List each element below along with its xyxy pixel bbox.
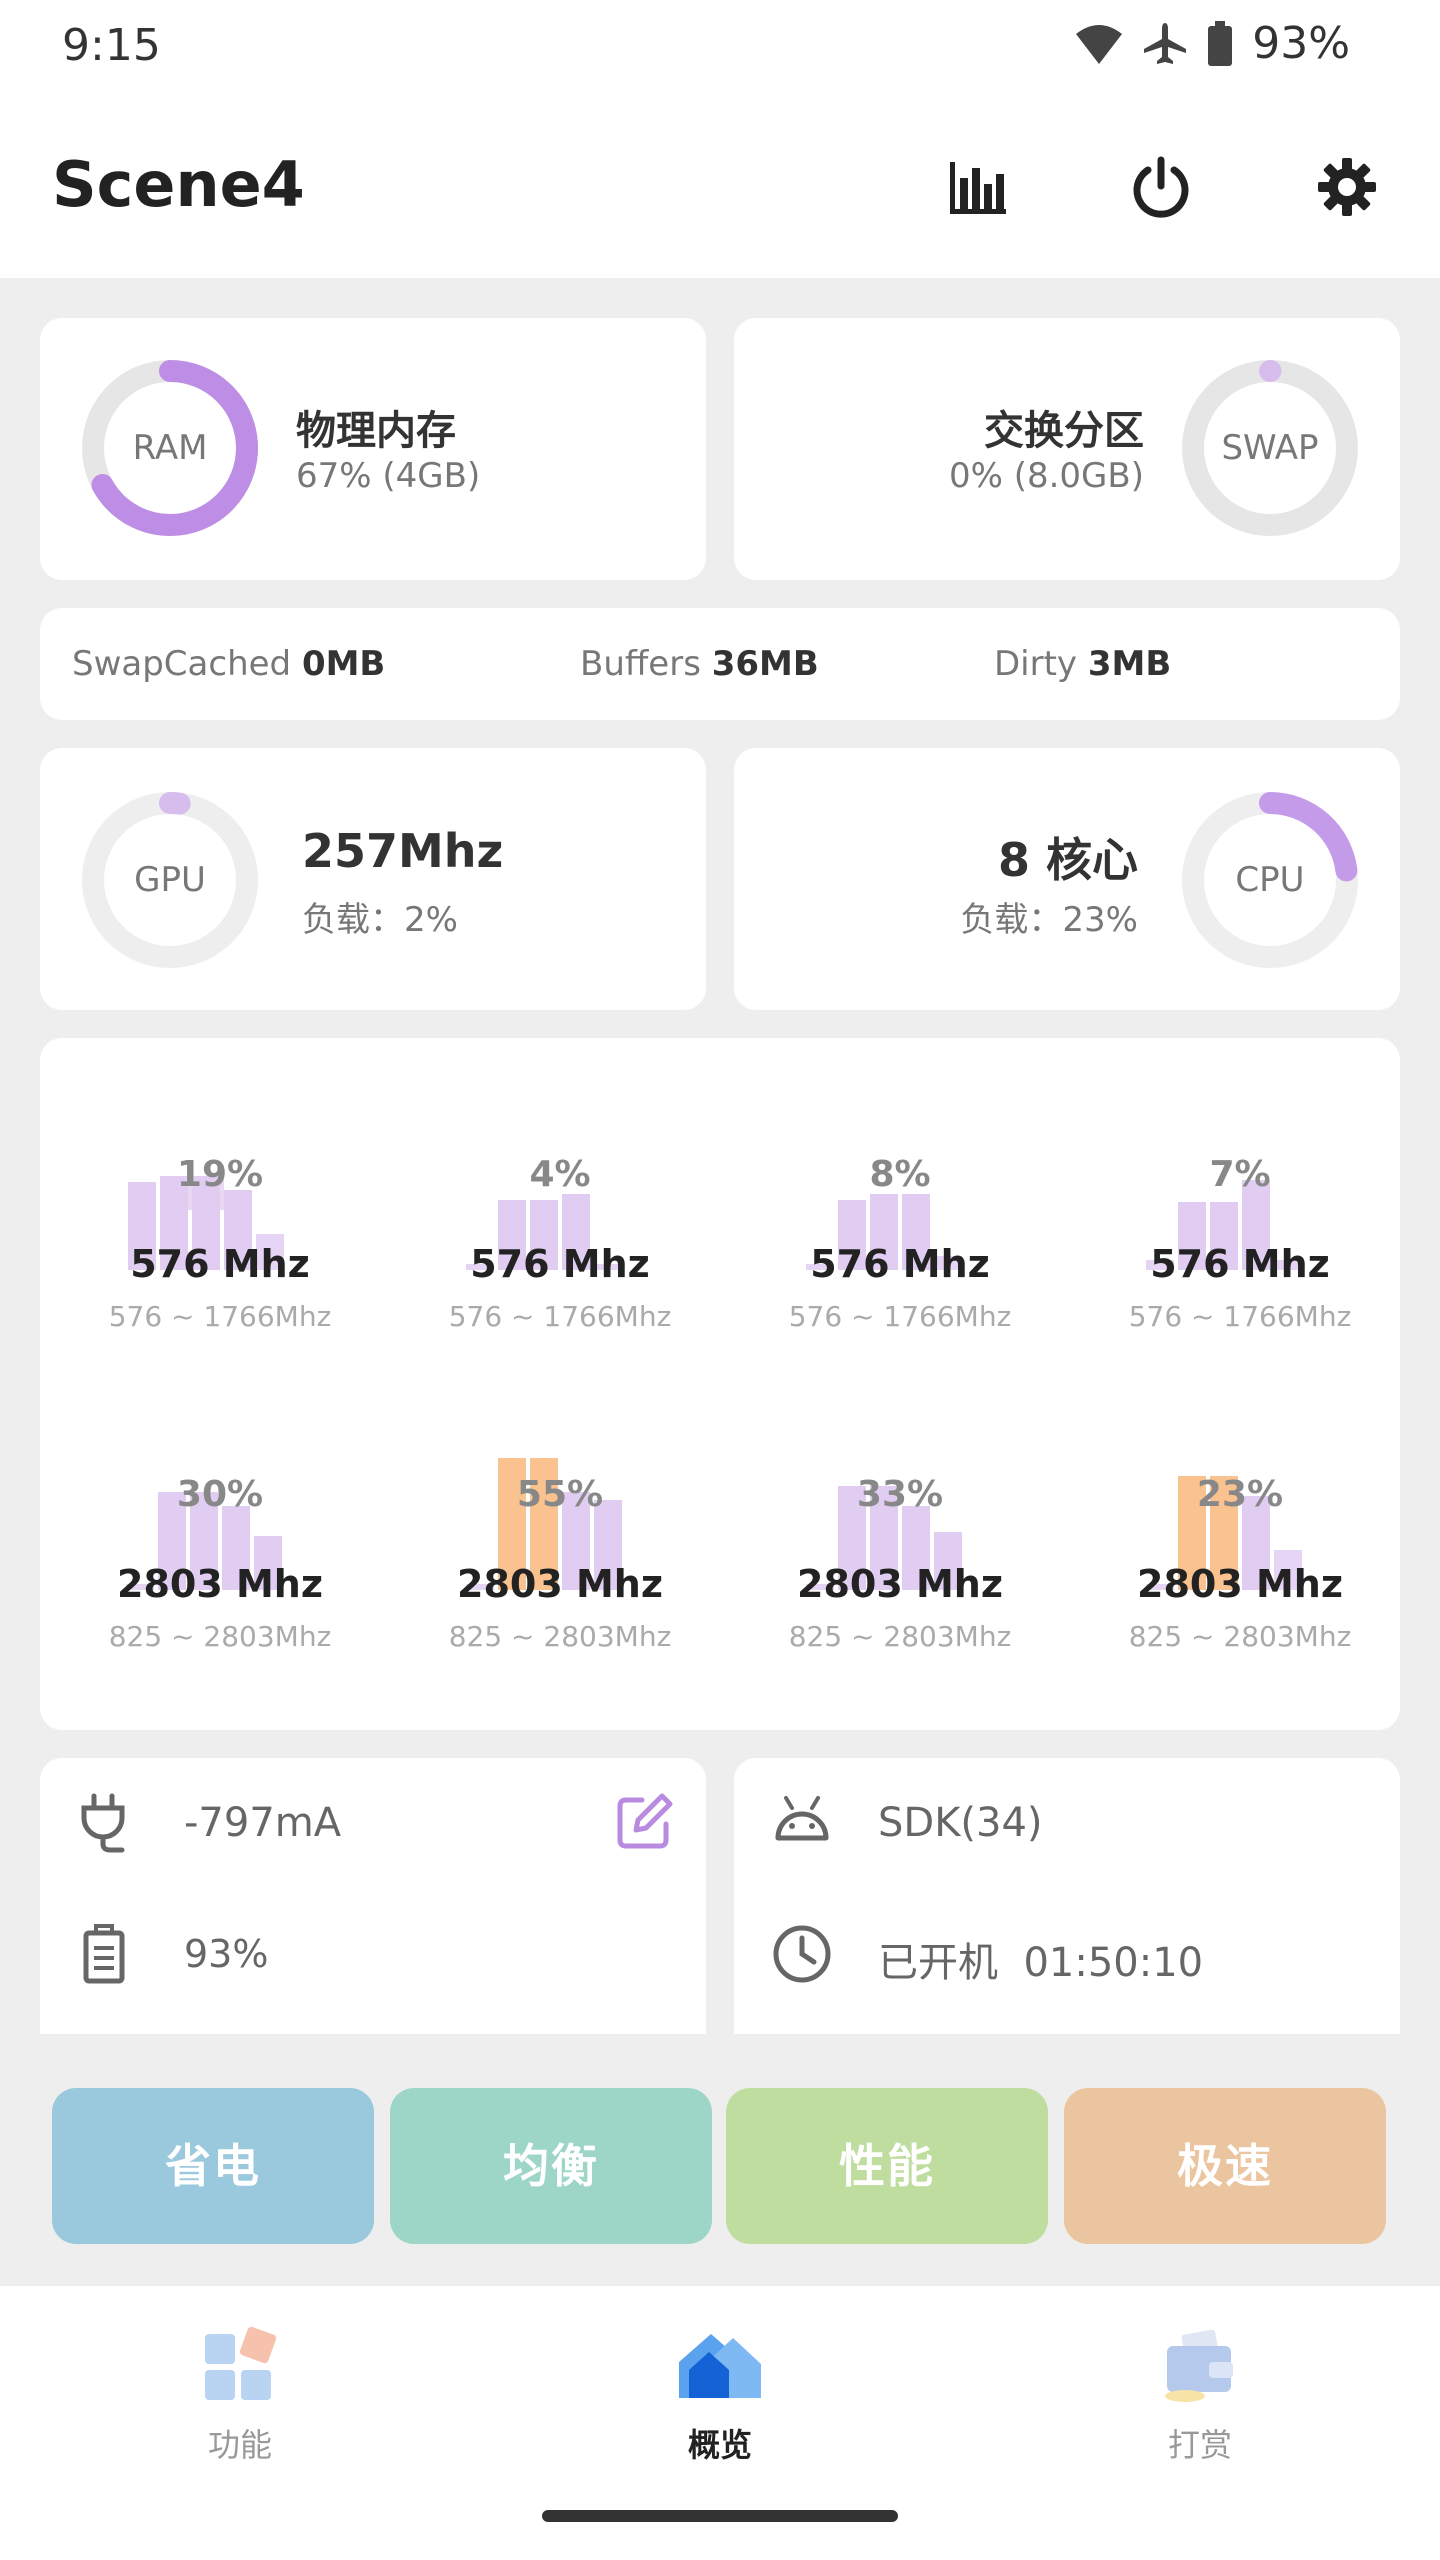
ram-title: 物理内存 (296, 408, 456, 454)
nav-donate[interactable]: 打赏 (1080, 2326, 1320, 2466)
buffers-stat: Buffers 36MB (580, 644, 819, 684)
core-5-bars (466, 1458, 622, 1590)
swap-ring-label: SWAP (1221, 428, 1319, 468)
core-2-percent: 8% (869, 1154, 931, 1195)
core-7-bars (1146, 1476, 1302, 1590)
uptime-value: 01:50:10 (1023, 1940, 1204, 1986)
app-title: Scene4 (52, 148, 305, 221)
status-time: 9:15 (62, 20, 161, 71)
bar-chart-icon[interactable] (944, 154, 1010, 220)
core-6-bars (806, 1486, 962, 1590)
cpu-load: 负载：23% (960, 900, 1138, 940)
android-icon (775, 1796, 829, 1841)
core-7-range: 825 ~ 2803Mhz (1128, 1620, 1352, 1653)
core-1-percent: 4% (529, 1154, 591, 1195)
swap-card[interactable]: 交换分区 0% (8.0GB) SWAP (734, 318, 1400, 580)
core-0: 19% 576 Mhz 576 ~ 1766Mhz (50, 1110, 390, 1410)
ram-card[interactable]: RAM 物理内存 67% (4GB) (40, 318, 706, 580)
core-2-freq: 576 Mhz (810, 1242, 990, 1286)
mode-performance-button[interactable]: 性能 (726, 2088, 1048, 2244)
settings-gear-icon[interactable] (1314, 154, 1380, 220)
ram-ring-label: RAM (132, 428, 208, 468)
core-6-range: 825 ~ 2803Mhz (788, 1620, 1012, 1653)
core-3: 7% 576 Mhz 576 ~ 1766Mhz (1070, 1110, 1410, 1410)
core-7: 23% 2803 Mhz 825 ~ 2803Mhz (1070, 1430, 1410, 1730)
core-3-percent: 7% (1209, 1154, 1271, 1195)
dirty-stat: Dirty 3MB (994, 644, 1172, 684)
core-7-freq: 2803 Mhz (1137, 1562, 1343, 1606)
battery-outline-icon (83, 1924, 125, 1984)
battery-current: -797mA (184, 1800, 342, 1846)
plug-icon (81, 1793, 125, 1853)
core-5-freq: 2803 Mhz (457, 1562, 663, 1606)
core-5-range: 825 ~ 2803Mhz (448, 1620, 672, 1653)
battery-level: 93% (184, 1932, 269, 1976)
core-4-range: 825 ~ 2803Mhz (108, 1620, 332, 1653)
power-icon[interactable] (1128, 154, 1194, 220)
battery-icon (1208, 20, 1233, 66)
swap-title: 交换分区 (984, 408, 1144, 454)
core-2-range: 576 ~ 1766Mhz (788, 1300, 1012, 1333)
status-bar: 9:15 93% (0, 0, 1440, 96)
uptime-label: 已开机 (878, 1940, 998, 1986)
mode-balance-button[interactable]: 均衡 (390, 2088, 712, 2244)
power-card: -797mA 93% (40, 1758, 706, 2034)
nav-overview-label: 概览 (687, 2426, 752, 2464)
core-0-percent: 19% (176, 1154, 264, 1195)
gpu-freq: 257Mhz (302, 824, 504, 878)
core-1-range: 576 ~ 1766Mhz (448, 1300, 672, 1333)
battery-percent: 93% (1252, 18, 1350, 69)
app-bar: Scene4 (0, 96, 1440, 278)
core-4-percent: 30% (176, 1474, 264, 1515)
mode-turbo-button[interactable]: 极速 (1064, 2088, 1386, 2244)
core-0-bars (128, 1176, 284, 1270)
sdk-version: SDK(34) (878, 1800, 1043, 1846)
gpu-ring-label: GPU (134, 860, 206, 900)
system-card: SDK(34) 已开机 01:50:10 (734, 1758, 1400, 2034)
core-6-freq: 2803 Mhz (797, 1562, 1003, 1606)
wifi-icon (1076, 24, 1123, 64)
airplane-icon (1144, 22, 1187, 64)
nav-donate-label: 打赏 (1167, 2426, 1232, 2464)
core-0-freq: 576 Mhz (130, 1242, 310, 1286)
core-3-freq: 576 Mhz (1150, 1242, 1330, 1286)
memory-stats-card: SwapCached 0MB Buffers 36MB Dirty 3MB (40, 608, 1400, 720)
nav-overview[interactable]: 概览 (600, 2326, 840, 2466)
core-3-bars (1146, 1180, 1302, 1270)
home-indicator[interactable] (542, 2510, 898, 2522)
clock-icon (773, 1925, 831, 1983)
core-5: 55% 2803 Mhz 825 ~ 2803Mhz (390, 1430, 730, 1730)
core-4-freq: 2803 Mhz (117, 1562, 323, 1606)
gpu-card[interactable]: GPU 257Mhz 负载：2% (40, 748, 706, 1010)
mode-power-save-button[interactable]: 省电 (52, 2088, 374, 2244)
uptime-row: 已开机 01:50:10 (878, 1930, 1203, 1988)
nav-features[interactable]: 功能 (120, 2326, 360, 2466)
core-1: 4% 576 Mhz 576 ~ 1766Mhz (390, 1110, 730, 1410)
cpu-cores: 8 核心 (997, 833, 1138, 887)
swapcached-stat: SwapCached 0MB (72, 644, 386, 684)
grid-icon (205, 2326, 277, 2400)
nav-features-label: 功能 (207, 2426, 272, 2464)
core-4-bars (126, 1492, 282, 1590)
core-1-bars (466, 1194, 622, 1270)
cpu-ring-label: CPU (1235, 860, 1305, 900)
wallet-icon (1165, 2329, 1233, 2402)
core-0-range: 576 ~ 1766Mhz (108, 1300, 332, 1333)
cpu-card[interactable]: 8 核心 负载：23% CPU (734, 748, 1400, 1010)
core-6-percent: 33% (856, 1474, 944, 1515)
core-7-percent: 23% (1196, 1474, 1284, 1515)
swap-detail: 0% (8.0GB) (948, 456, 1144, 496)
core-2-bars (806, 1194, 962, 1270)
core-2: 8% 576 Mhz 576 ~ 1766Mhz (730, 1110, 1070, 1410)
core-3-range: 576 ~ 1766Mhz (1128, 1300, 1352, 1333)
core-4: 30% 2803 Mhz 825 ~ 2803Mhz (50, 1430, 390, 1730)
home-icon (679, 2334, 761, 2398)
core-6: 33% 2803 Mhz 825 ~ 2803Mhz (730, 1430, 1070, 1730)
cpu-cores-card: 19% 576 Mhz 576 ~ 1766Mhz 4% 576 Mhz 576… (40, 1038, 1400, 1730)
core-1-freq: 576 Mhz (470, 1242, 650, 1286)
ram-detail: 67% (4GB) (296, 456, 481, 496)
edit-icon[interactable] (612, 1790, 676, 1854)
core-5-percent: 55% (516, 1474, 604, 1515)
gpu-load: 负载：2% (302, 900, 458, 940)
